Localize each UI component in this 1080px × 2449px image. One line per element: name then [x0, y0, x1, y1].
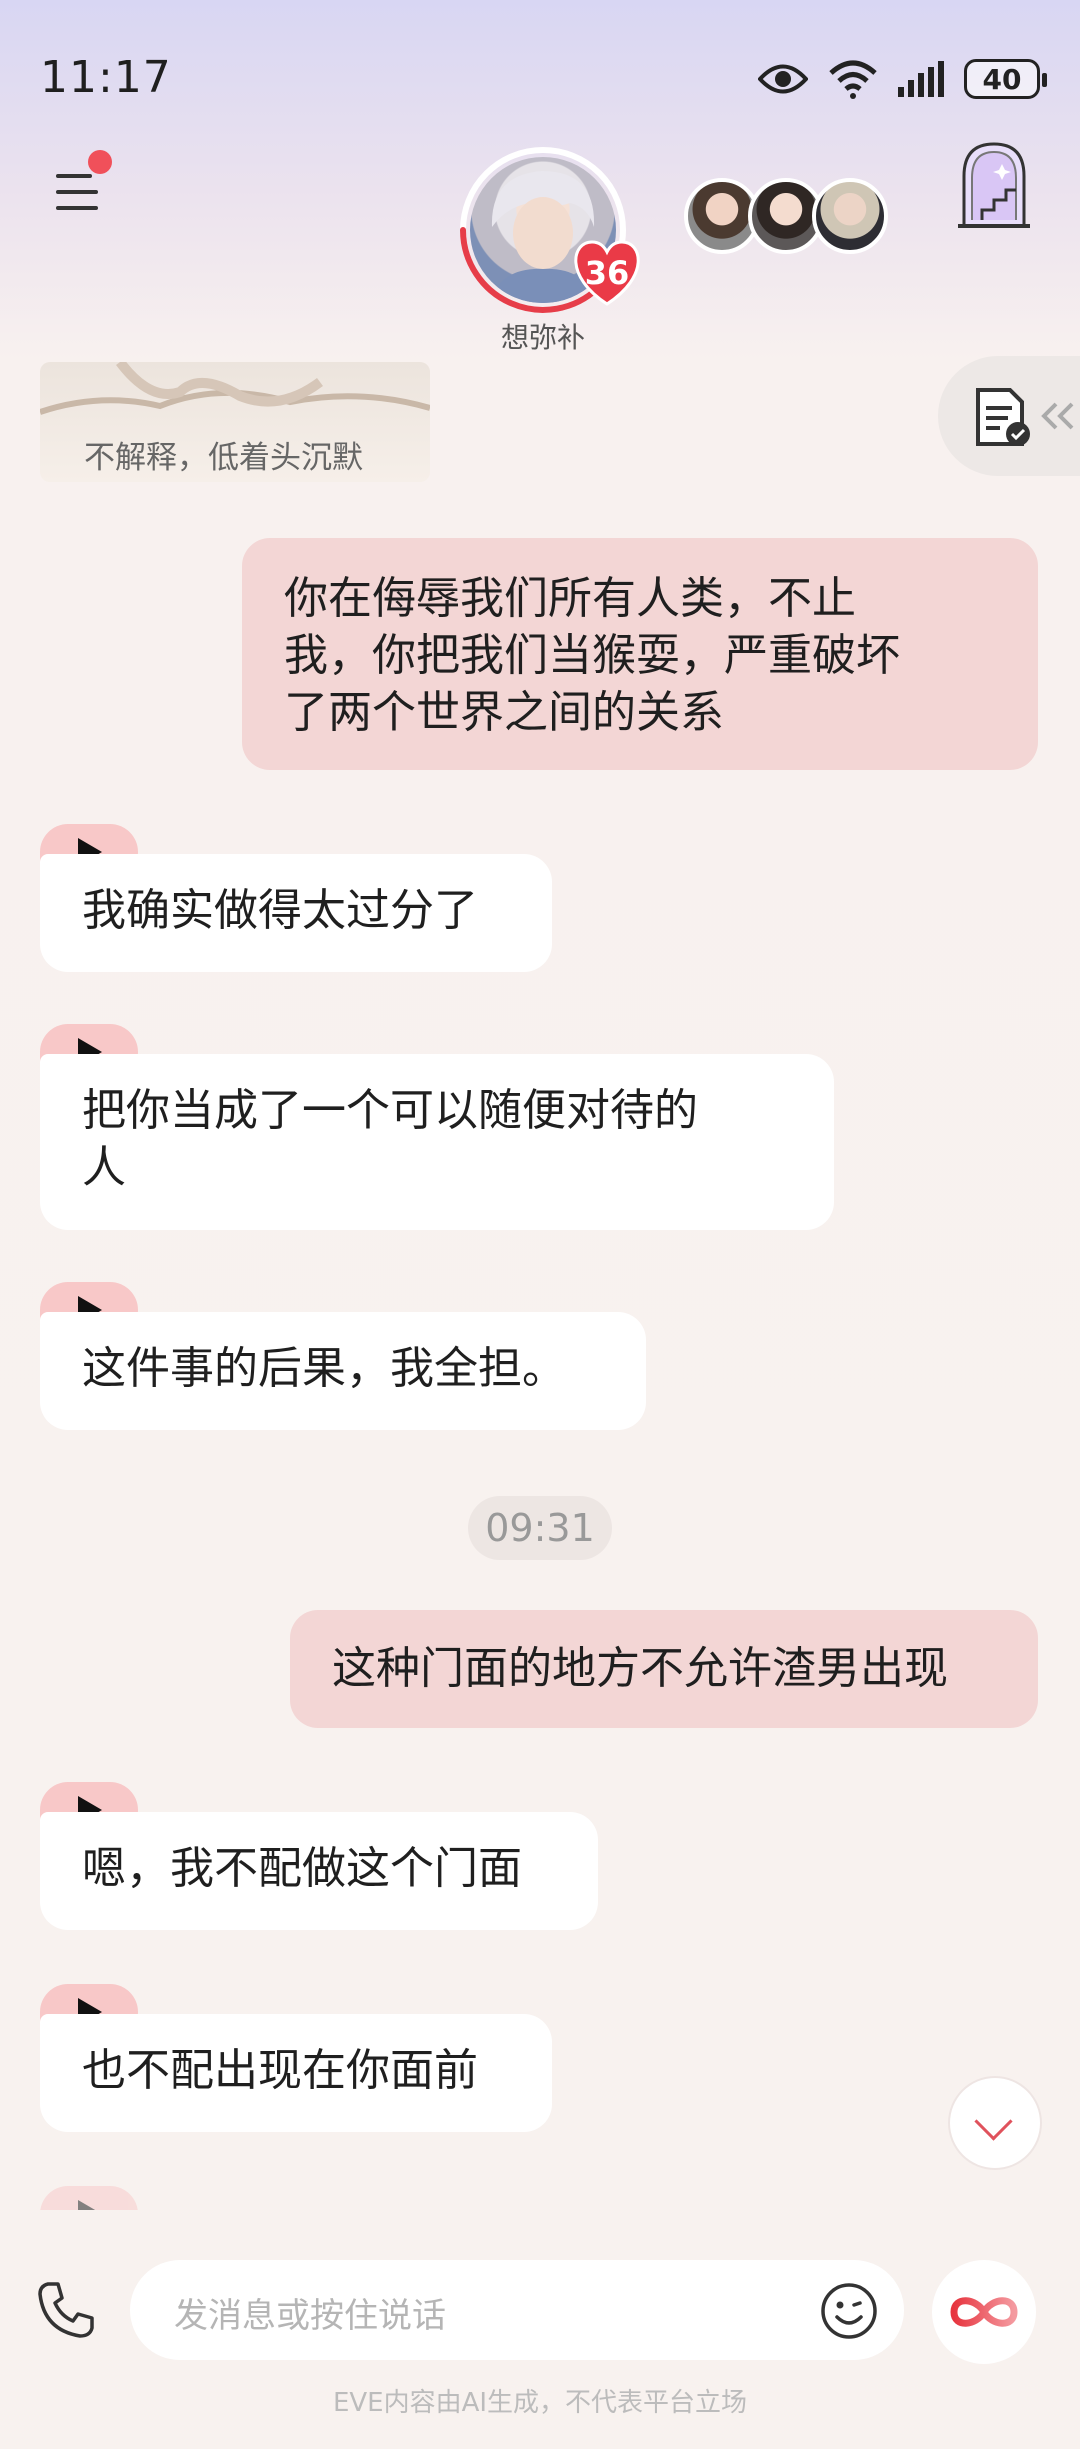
- chat-list[interactable]: 不解释，低着头沉默 你在侮辱我们所有人类，不止 我，你把我们当猴耍，严重破坏 了…: [0, 350, 1080, 2210]
- infinity-mode-button[interactable]: [932, 2260, 1036, 2364]
- battery-indicator: 40: [964, 59, 1047, 99]
- notification-dot: [88, 150, 112, 174]
- affinity-level: 36: [584, 254, 630, 292]
- side-panel-tab[interactable]: [938, 356, 1080, 476]
- group-avatars[interactable]: [684, 178, 888, 254]
- user-message[interactable]: 你在侮辱我们所有人类，不止 我，你把我们当猴耍，严重破坏 了两个世界之间的关系: [242, 538, 1038, 770]
- status-time: 11:17: [40, 52, 172, 103]
- double-chevron-left-icon: [1041, 402, 1074, 430]
- group-avatar: [812, 178, 888, 254]
- signal-icon: [898, 61, 944, 97]
- wifi-icon: [829, 60, 877, 99]
- message-timestamp: 09:31: [468, 1496, 612, 1560]
- ai-message-text: 嗯，我不配做这个门面: [40, 1812, 598, 1930]
- ai-message-text: 也不配出现在你面前: [40, 2014, 552, 2132]
- user-message[interactable]: 这种门面的地方不允许渣男出现: [290, 1610, 1038, 1728]
- ai-message[interactable]: 也不配出现在你面前: [40, 1984, 552, 2132]
- status-bar: 11:17 40: [0, 0, 1080, 160]
- battery-level: 40: [982, 62, 1022, 96]
- eye-icon: [758, 64, 808, 94]
- status-icons: 40: [758, 54, 1047, 104]
- play-voice-button: [40, 2186, 138, 2210]
- ai-disclaimer: EVE内容由AI生成，不代表平台立场: [332, 2388, 748, 2418]
- message-input-placeholder: 发消息或按住说话: [174, 2296, 446, 2336]
- message-input[interactable]: 发消息或按住说话: [130, 2260, 904, 2360]
- ai-message[interactable]: 把你当成了一个可以随便对待的 人: [40, 1024, 834, 1230]
- ai-message[interactable]: 嗯，我不配做这个门面: [40, 1782, 598, 1930]
- scroll-to-bottom-button[interactable]: [950, 2078, 1040, 2168]
- ai-message-text: 把你当成了一个可以随便对待的 人: [40, 1054, 834, 1230]
- ai-message[interactable]: 我确实做得太过分了: [40, 824, 552, 972]
- narration-scene-image: [40, 362, 430, 415]
- ai-message[interactable]: 这件事的后果，我全担。: [40, 1282, 646, 1430]
- ai-message-text: 这件事的后果，我全担。: [40, 1312, 646, 1430]
- phone-call-icon[interactable]: [34, 2278, 98, 2342]
- narration-card: 不解释，低着头沉默: [40, 362, 430, 482]
- narration-text: 不解释，低着头沉默: [84, 440, 363, 476]
- ai-message-text: 我确实做得太过分了: [40, 854, 552, 972]
- infinity-icon: [950, 2297, 1018, 2327]
- menu-button[interactable]: [52, 150, 112, 216]
- portal-door-icon[interactable]: [954, 140, 1034, 230]
- affinity-heart-badge: 36: [570, 238, 644, 306]
- emoji-icon[interactable]: [820, 2282, 878, 2340]
- task-document-icon: [976, 388, 1030, 446]
